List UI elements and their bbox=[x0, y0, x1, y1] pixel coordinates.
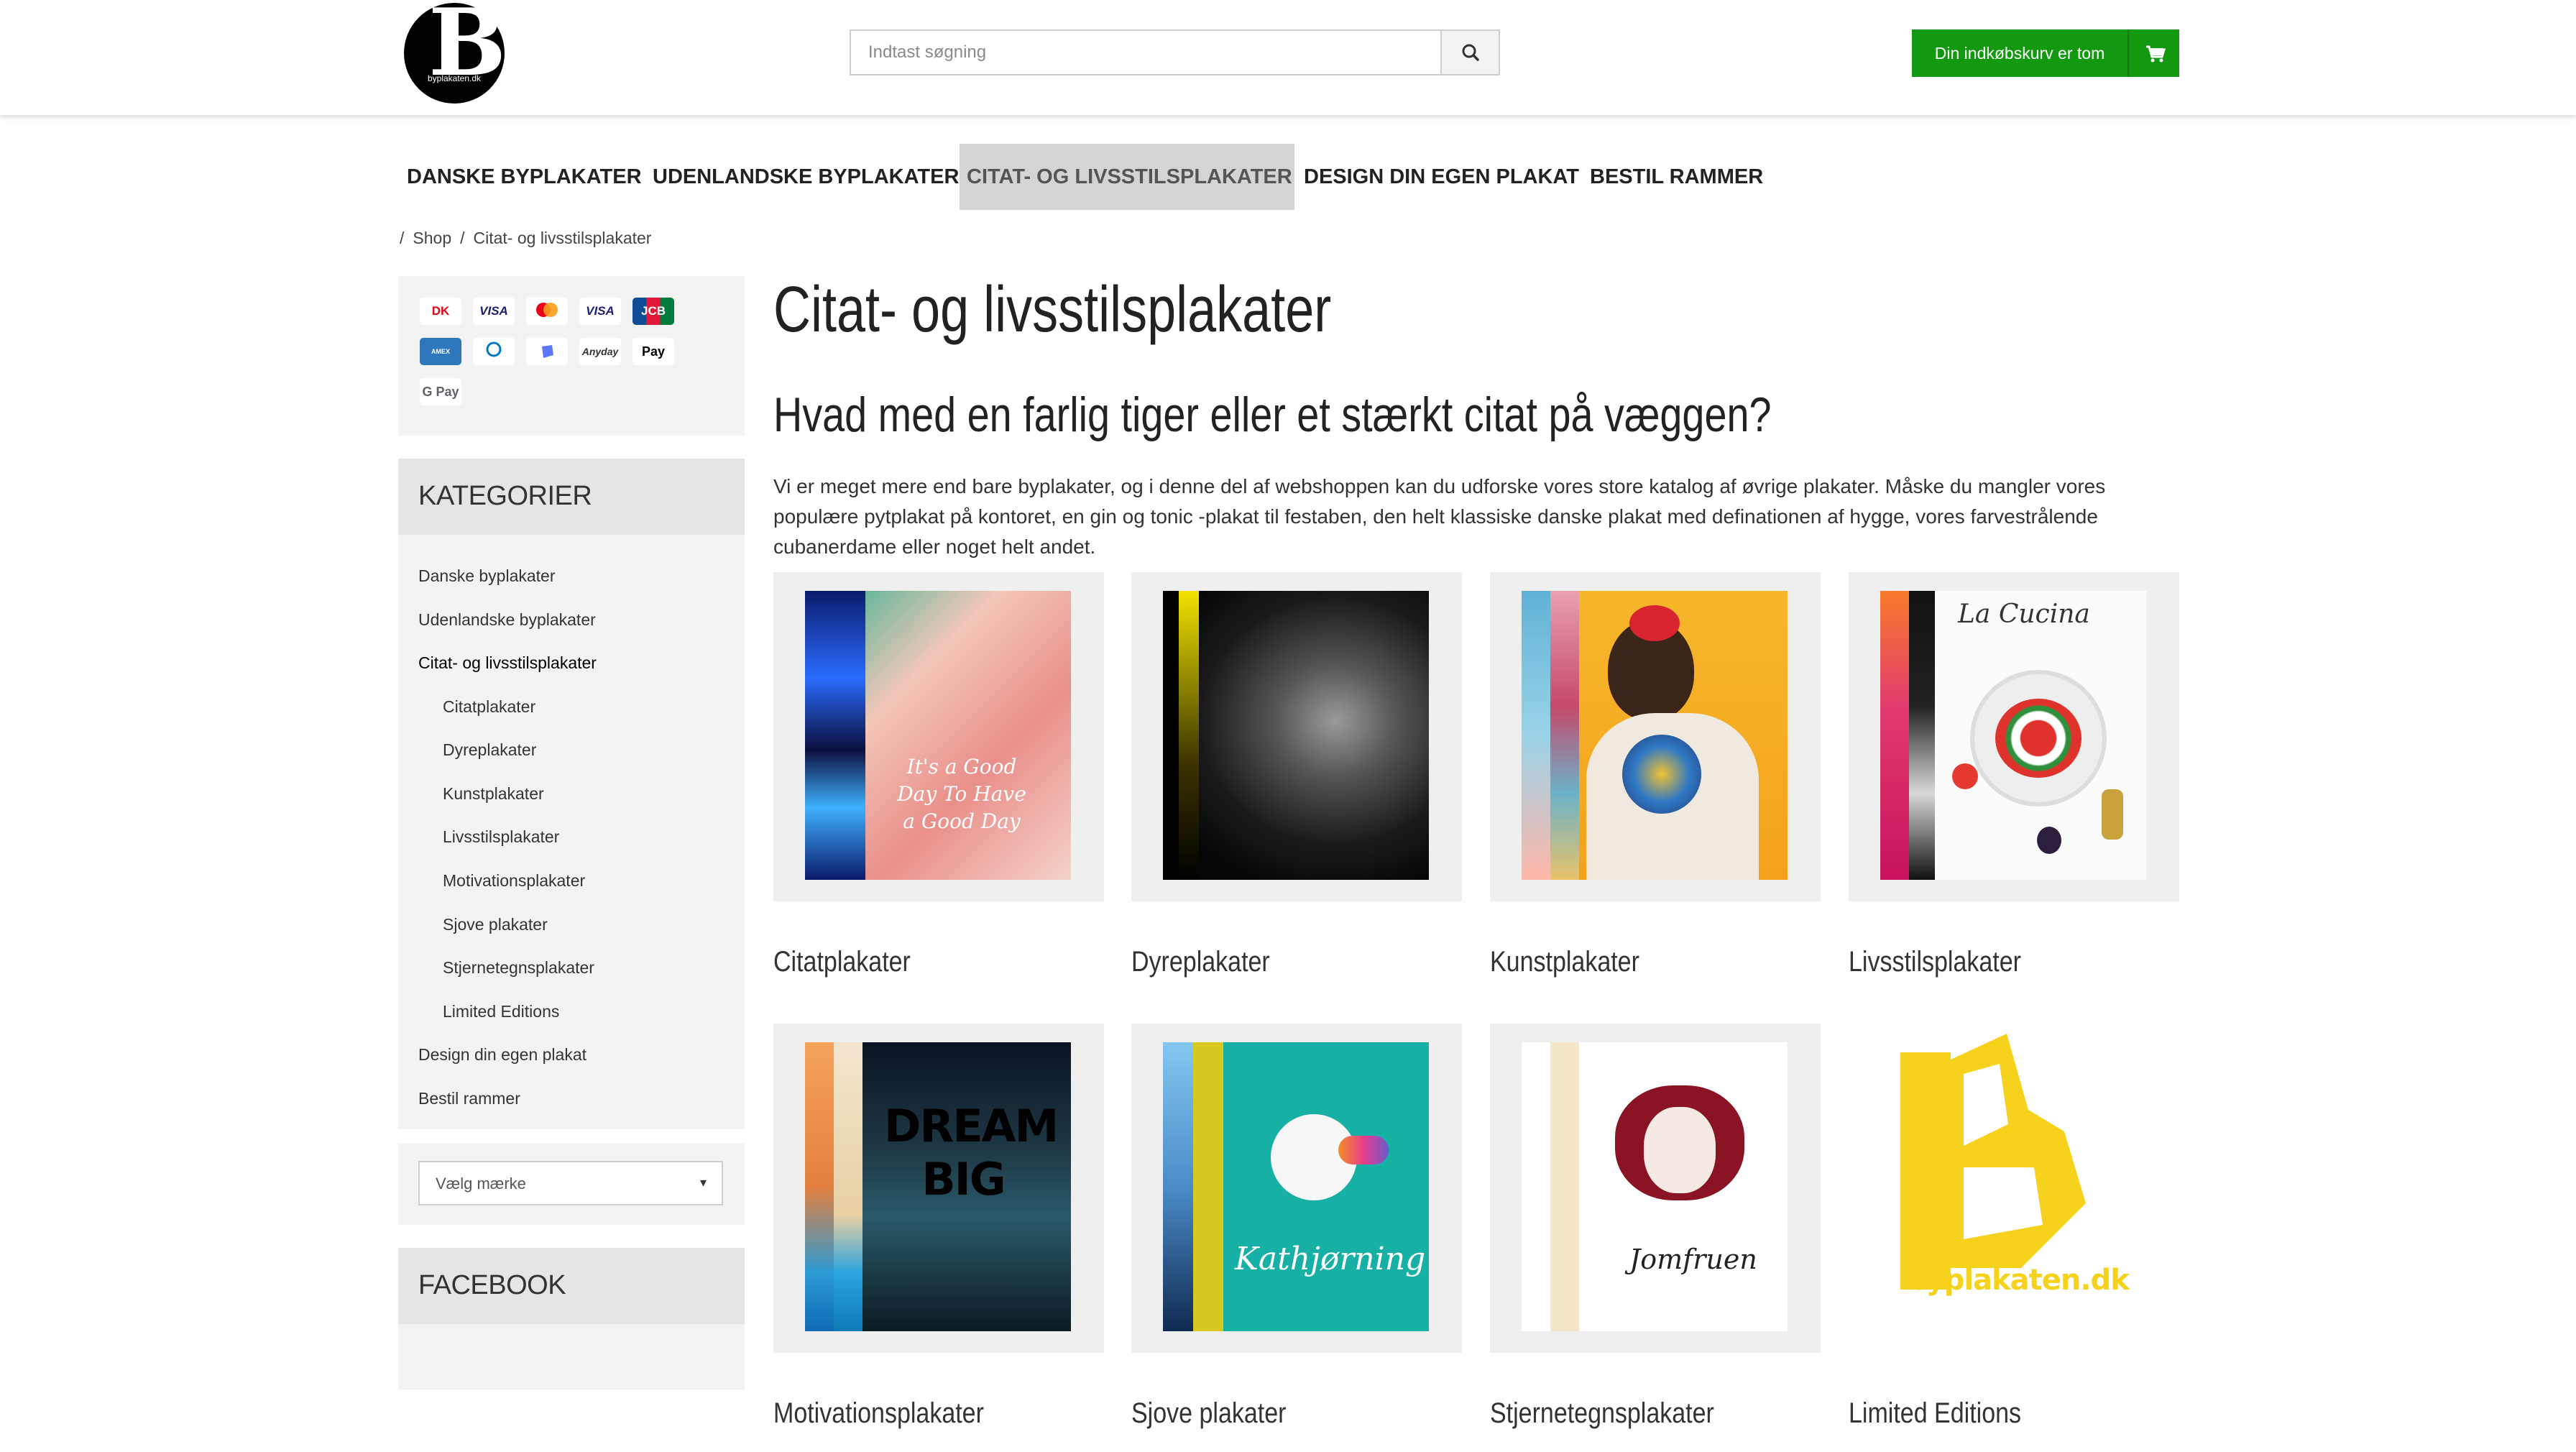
cart-icon bbox=[2146, 45, 2166, 63]
nav-item-udenlandske-byplakater[interactable]: UDENLANDSKE BYPLAKATER bbox=[645, 144, 966, 210]
mastercard-icon bbox=[526, 298, 568, 325]
product-image[interactable]: DREAM BIG bbox=[773, 1024, 1104, 1353]
category-dyreplakater[interactable]: Dyreplakater bbox=[443, 740, 536, 760]
nav-item-citat-og-livsstilsplakater[interactable]: CITAT- OG LIVSSTILSPLAKATER bbox=[960, 144, 1294, 210]
categories-title: KATEGORIER bbox=[418, 481, 592, 511]
category-udenlandske-byplakater[interactable]: Udenlandske byplakater bbox=[418, 610, 596, 630]
breadcrumb: / Shop / Citat- og livsstilsplakater bbox=[400, 229, 660, 248]
category-stjernetegnsplakater[interactable]: Stjernetegnsplakater bbox=[443, 958, 594, 978]
nav-item-design-din-egen-plakat[interactable]: DESIGN DIN EGEN PLAKAT bbox=[1297, 144, 1586, 210]
jcb-icon: JCB bbox=[632, 298, 674, 325]
category-danske-byplakater[interactable]: Danske byplakater bbox=[418, 566, 556, 586]
logo-text: byplakaten.dk bbox=[427, 73, 482, 83]
product-label[interactable]: Sjove plakater bbox=[1131, 1397, 1286, 1430]
category-bestil-rammer[interactable]: Bestil rammer bbox=[418, 1089, 520, 1108]
product-image[interactable]: byplakaten.dk bbox=[1849, 1024, 2179, 1353]
category-livsstilsplakater[interactable]: Livsstilsplakater bbox=[443, 827, 559, 847]
category-kunstplakater[interactable]: Kunstplakater bbox=[443, 784, 544, 804]
apple-pay-icon: Pay bbox=[632, 338, 674, 365]
product-image[interactable] bbox=[1131, 572, 1462, 901]
chevron-down-icon: ▾ bbox=[700, 1175, 707, 1190]
category-design-din-egen-plakat[interactable]: Design din egen plakat bbox=[418, 1045, 586, 1065]
search-icon bbox=[1462, 44, 1479, 61]
brand-select-value: Vælg mærke bbox=[436, 1175, 526, 1193]
facebook-panel: FACEBOOK bbox=[398, 1248, 745, 1389]
search-input[interactable] bbox=[851, 31, 1440, 74]
brand-select[interactable]: Vælg mærke ▾ bbox=[418, 1161, 723, 1205]
product-image[interactable]: Jomfruen bbox=[1490, 1024, 1821, 1353]
product-image[interactable]: It's a Good Day To Have a Good Day bbox=[773, 572, 1104, 901]
cart-label: Din indkøbskurv er tom bbox=[1934, 44, 2105, 63]
page-title: Citat- og livsstilsplakater bbox=[773, 274, 1332, 346]
page-subtitle: Hvad med en farlig tiger eller et stærkt… bbox=[773, 387, 1772, 442]
nav-item-danske-byplakater[interactable]: DANSKE BYPLAKATER bbox=[400, 144, 649, 210]
product-label[interactable]: Livsstilsplakater bbox=[1849, 946, 2021, 978]
category-citat-og-livsstilsplakater[interactable]: Citat- og livsstilsplakater bbox=[418, 653, 597, 673]
poster-quote: It's a Good Day To Have a Good Day bbox=[897, 755, 1026, 833]
site-header: B byplakaten.dk Din indkøbskurv er tom bbox=[0, 0, 2576, 115]
poster-caption: Kathjørning bbox=[1235, 1241, 1426, 1277]
product-label[interactable]: Stjernetegnsplakater bbox=[1490, 1397, 1714, 1430]
category-limited-editions[interactable]: Limited Editions bbox=[443, 1002, 559, 1021]
product-image[interactable] bbox=[1490, 572, 1821, 901]
categories-panel: KATEGORIER Danske byplakater Udenlandske… bbox=[398, 459, 745, 1129]
american-express-icon: AMEX bbox=[420, 338, 461, 365]
byplakaten-logo bbox=[1900, 1034, 2086, 1290]
breadcrumb-shop[interactable]: Shop bbox=[413, 229, 451, 247]
category-sjove-plakater[interactable]: Sjove plakater bbox=[443, 915, 548, 934]
poster-caption: Jomfruen bbox=[1629, 1244, 1757, 1275]
google-pay-icon: G Pay bbox=[420, 378, 461, 405]
categories-header: KATEGORIER bbox=[398, 459, 745, 535]
search-button[interactable] bbox=[1440, 31, 1499, 74]
poster-heading: La Cucina bbox=[1958, 599, 2090, 629]
byplakaten-logo-text: byplakaten.dk bbox=[1906, 1264, 2130, 1297]
facebook-title: FACEBOOK bbox=[418, 1270, 566, 1300]
visa-icon: VISA bbox=[579, 298, 621, 325]
cart-button[interactable]: Din indkøbskurv er tom bbox=[1912, 29, 2179, 77]
payment-methods: DK VISA VISA JCB AMEX Anyday Pay G Pay bbox=[398, 276, 745, 436]
product-label[interactable]: Dyreplakater bbox=[1131, 946, 1270, 978]
brand-filter-panel: Vælg mærke ▾ bbox=[398, 1144, 745, 1225]
product-image[interactable]: La Cucina bbox=[1849, 572, 2179, 901]
facebook-header: FACEBOOK bbox=[398, 1248, 745, 1324]
product-label[interactable]: Kunstplakater bbox=[1490, 946, 1639, 978]
breadcrumb-separator: / bbox=[400, 229, 405, 247]
search-bar bbox=[850, 29, 1500, 75]
poster-motivational-text: DREAM BIG bbox=[884, 1100, 1059, 1205]
breadcrumb-separator: / bbox=[460, 229, 465, 247]
product-label[interactable]: Citatplakater bbox=[773, 946, 911, 978]
mobilepay-icon bbox=[526, 338, 568, 365]
diners-club-icon bbox=[473, 338, 515, 365]
anyday-icon: Anyday bbox=[579, 338, 621, 365]
product-image[interactable]: Kathjørning bbox=[1131, 1024, 1462, 1353]
product-label[interactable]: Motivationsplakater bbox=[773, 1397, 984, 1430]
nav-item-bestil-rammer[interactable]: BESTIL RAMMER bbox=[1583, 144, 1770, 210]
visa-icon: VISA bbox=[473, 298, 515, 325]
category-motivationsplakater[interactable]: Motivationsplakater bbox=[443, 871, 585, 891]
sidebar-spacer bbox=[398, 1129, 745, 1144]
site-logo[interactable]: B byplakaten.dk bbox=[404, 0, 506, 104]
breadcrumb-current: Citat- og livsstilsplakater bbox=[473, 229, 652, 247]
product-label[interactable]: Limited Editions bbox=[1849, 1397, 2021, 1430]
category-citatplakater[interactable]: Citatplakater bbox=[443, 697, 535, 717]
intro-text: Vi er meget mere end bare byplakater, og… bbox=[773, 475, 2106, 558]
dankort-icon: DK bbox=[420, 298, 461, 325]
